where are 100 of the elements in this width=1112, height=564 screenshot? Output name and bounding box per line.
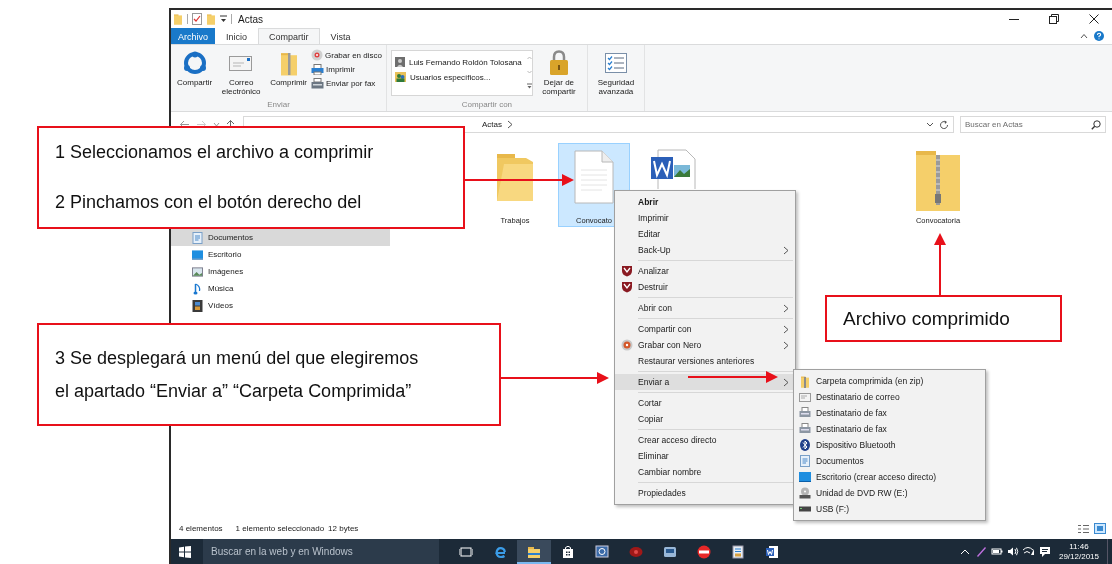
user-icon — [394, 57, 405, 67]
ribbon-button[interactable]: Imprimir — [311, 64, 382, 75]
menu-item[interactable]: Cortar — [615, 395, 795, 411]
dropdown-icon[interactable] — [926, 122, 934, 127]
menu-item[interactable]: Back-Up — [615, 242, 795, 258]
disc-icon — [620, 339, 633, 351]
menu-item[interactable]: Enviar a — [615, 374, 795, 390]
share-list[interactable]: Luis Fernando Roldón Tolosana Usuarios específicos... — [390, 50, 533, 96]
zip-folder-icon — [800, 374, 810, 388]
menu-item[interactable]: Destinatario de correo — [794, 389, 985, 405]
dropdown-icon[interactable] — [220, 15, 227, 23]
callout-text: el apartado “Enviar a” “Carpeta Comprimida” — [55, 380, 413, 402]
large-icons-view-icon[interactable] — [1094, 523, 1106, 534]
fax-icon — [799, 423, 811, 435]
callout-text: 3 Se desplegará un menú del que elegiremos — [55, 347, 420, 369]
menu-item[interactable]: Propiedades — [615, 485, 795, 501]
menu-item[interactable]: Cambiar nombre — [615, 464, 795, 480]
clock[interactable]: 11:46 29/12/2015 — [1058, 541, 1099, 562]
drive-icon — [799, 506, 811, 512]
ribbon-tab[interactable]: Vista — [319, 28, 362, 44]
pen-icon[interactable] — [974, 545, 987, 558]
close-icon[interactable] — [1089, 14, 1099, 24]
menu-item[interactable]: Escritorio (crear acceso directo) — [794, 469, 985, 485]
wifi-icon[interactable] — [1022, 545, 1035, 558]
zip-folder-icon — [915, 150, 961, 212]
picture-icon — [192, 266, 203, 277]
film-icon — [192, 299, 203, 312]
menu-item[interactable]: USB (F:) — [794, 501, 985, 517]
menu-item[interactable]: Unidad de DVD RW (E:) — [794, 485, 985, 501]
ribbon-tab[interactable]: Inicio — [215, 28, 259, 44]
search-field[interactable]: Buscar en la web y en Windows — [203, 539, 439, 564]
menu-item[interactable]: Dispositivo Bluetooth — [794, 437, 985, 453]
nav-item[interactable]: Escritorio — [171, 246, 390, 263]
callout-text: Archivo comprimido — [843, 307, 1011, 330]
menu-item[interactable]: Abrir con — [615, 300, 795, 316]
ribbon-button[interactable]: Grabar en disco — [311, 49, 382, 61]
folder-icon[interactable] — [517, 539, 551, 564]
zip-folder-icon — [279, 50, 298, 76]
ribbon-button[interactable]: Seguridad avanzada — [591, 48, 640, 98]
nav-item[interactable]: Imágenes — [171, 263, 390, 280]
callout-text: 1 Seleccionamos el archivo a comprimir — [55, 142, 375, 164]
ribbon-tab[interactable]: Compartir — [258, 28, 320, 44]
ribbon-button[interactable]: Compartir — [175, 48, 215, 89]
menu-item[interactable]: Destinatario de fax — [794, 405, 985, 421]
collapse-icon[interactable] — [1080, 33, 1088, 39]
menu-item[interactable]: Eliminar — [615, 448, 795, 464]
menu-item[interactable]: Documentos — [794, 453, 985, 469]
status-text: 4 elementos — [179, 524, 223, 533]
status-text: 12 bytes — [328, 524, 359, 533]
properties-icon[interactable] — [192, 13, 202, 25]
ribbon-button[interactable]: Comprimir — [268, 48, 309, 89]
status-text: 1 elemento seleccionado — [235, 524, 325, 533]
details-view-icon[interactable] — [1078, 523, 1089, 534]
fax-icon — [311, 78, 324, 89]
notification-icon[interactable] — [1038, 545, 1051, 558]
file-tab[interactable]: Archivo — [171, 28, 215, 44]
menu-item[interactable]: Restaurar versiones anteriores — [615, 353, 795, 369]
ribbon-button[interactable]: Correo electrónico — [216, 48, 267, 98]
group-label: Enviar — [266, 100, 291, 111]
padlock-icon — [548, 50, 569, 76]
drive-icon — [799, 487, 811, 499]
help-icon[interactable] — [1094, 31, 1104, 41]
breadcrumb-item[interactable]: Actas — [482, 120, 502, 129]
folder-icon — [173, 13, 183, 25]
ribbon-button[interactable]: Dejar de compartir — [534, 48, 583, 98]
menu-item[interactable]: Destruir — [615, 279, 795, 295]
ribbon-button[interactable]: Enviar por fax — [311, 78, 382, 89]
window-title: Actas — [238, 13, 263, 25]
refresh-icon[interactable] — [939, 119, 949, 130]
battery-icon[interactable] — [990, 545, 1003, 558]
share-option[interactable]: Luis Fernando Roldón Tolosana — [394, 57, 522, 67]
search-icon — [1091, 119, 1101, 130]
speaker-icon[interactable] — [1006, 545, 1019, 558]
shield-icon — [620, 265, 633, 277]
menu-item[interactable]: Destinatario de fax — [794, 421, 985, 437]
nav-item[interactable]: Documentos — [171, 229, 390, 246]
music-note-icon — [192, 282, 203, 295]
menu-item[interactable]: Grabar con Nero — [615, 337, 795, 353]
start-icon[interactable] — [179, 545, 191, 558]
chevron-icon — [507, 120, 513, 129]
search-field[interactable]: Buscar en Actas — [960, 116, 1106, 133]
desktop-icon — [799, 472, 811, 482]
envelope-icon — [799, 392, 811, 402]
share-option[interactable]: Usuarios específicos... — [394, 72, 522, 82]
word-document-icon — [650, 149, 696, 189]
menu-item[interactable]: Editar — [615, 226, 795, 242]
chevron-icon — [783, 245, 789, 255]
restore-icon[interactable] — [1049, 14, 1059, 24]
nav-item[interactable]: Música — [171, 280, 390, 297]
chevron-icon — [783, 303, 789, 313]
menu-item[interactable]: Compartir con — [615, 321, 795, 337]
menu-item[interactable]: Carpeta comprimida (en zip) — [794, 373, 985, 389]
disc-icon — [311, 49, 323, 61]
shield-icon — [620, 281, 633, 293]
group-label: Compartir con — [460, 100, 514, 111]
nav-item[interactable]: Vídeos — [171, 297, 390, 314]
menu-item[interactable]: Crear acceso directo — [615, 432, 795, 448]
menu-item[interactable]: Analizar — [615, 263, 795, 279]
menu-item[interactable]: Copiar — [615, 411, 795, 427]
chevron-icon — [783, 377, 789, 387]
